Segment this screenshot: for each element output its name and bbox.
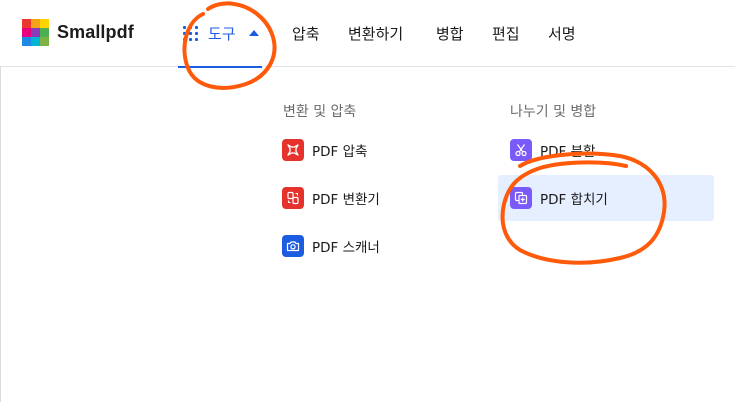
- smallpdf-logo[interactable]: Smallpdf: [22, 19, 134, 46]
- brand-name: Smallpdf: [57, 22, 134, 42]
- grid-icon: [183, 26, 198, 41]
- camera-icon: [282, 235, 304, 257]
- menu-item-pdf-split[interactable]: PDF 분할: [498, 127, 714, 173]
- nav-item-edit[interactable]: 편집: [492, 23, 520, 44]
- nav-item-merge[interactable]: 병합: [436, 23, 464, 44]
- nav-tools-dropdown[interactable]: 도구: [178, 0, 262, 68]
- menu-item-pdf-merge[interactable]: PDF 합치기: [498, 175, 714, 221]
- menu-item-label: PDF 스캐너: [312, 240, 380, 256]
- menu-item-label: PDF 압축: [312, 144, 368, 160]
- nav-item-convert[interactable]: 변환하기: [348, 23, 403, 44]
- menu-item-label: PDF 분할: [540, 144, 596, 160]
- convert-icon: [282, 187, 304, 209]
- nav-item-compress[interactable]: 압축: [292, 23, 320, 44]
- menu-item-label: PDF 변환기: [312, 192, 380, 208]
- menu-item-pdf-converter[interactable]: PDF 변환기: [282, 175, 482, 221]
- merge-icon: [510, 187, 532, 209]
- menu-item-pdf-compress[interactable]: PDF 압축: [282, 127, 482, 173]
- nav-tools-label: 도구: [208, 25, 236, 43]
- top-navigation-bar: Smallpdf 도구 압축 변환하기 병합 편집 서명: [0, 0, 735, 68]
- smallpdf-logo-icon: [22, 19, 49, 46]
- compress-icon: [282, 139, 304, 161]
- column-title-split-merge: 나누기 및 병합: [510, 104, 597, 120]
- nav-item-sign[interactable]: 서명: [548, 23, 576, 44]
- active-tab-indicator: [178, 66, 262, 68]
- scissors-icon: [510, 139, 532, 161]
- menu-item-pdf-scanner[interactable]: PDF 스캐너: [282, 223, 482, 269]
- caret-up-icon: [249, 30, 259, 36]
- panel-divider: [0, 67, 1, 402]
- menu-item-label: PDF 합치기: [540, 192, 608, 208]
- column-title-convert-compress: 변환 및 압축: [283, 104, 357, 120]
